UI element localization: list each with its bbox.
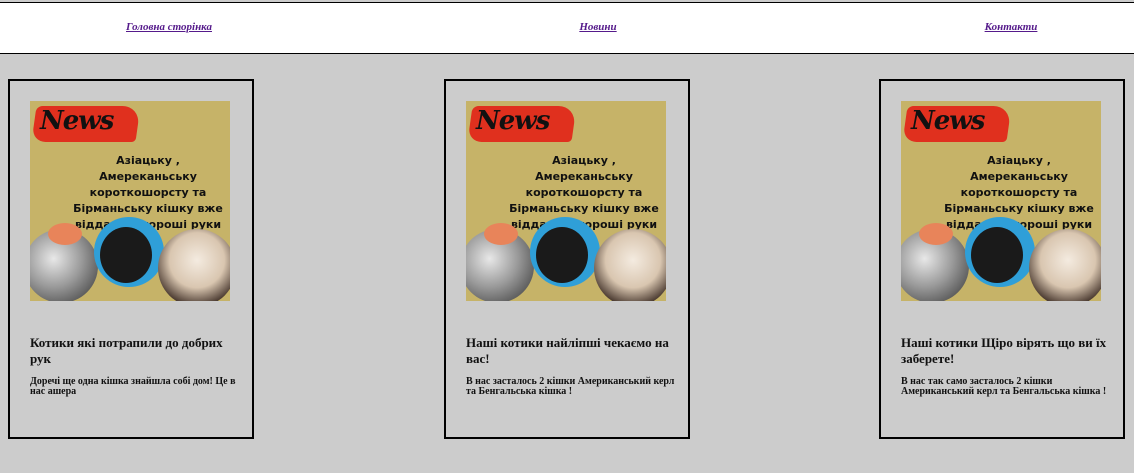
news-logo: News bbox=[476, 106, 550, 136]
card-text: В нас так само засталось 2 кішки Америка… bbox=[901, 376, 1107, 397]
thumbnail-caption: Азіацьку , Амереканьську короткошорсту т… bbox=[944, 154, 1094, 231]
nav-link-home[interactable]: Головна сторінка bbox=[126, 21, 212, 33]
news-card-3: News Азіацьку , Амереканьську короткошор… bbox=[879, 79, 1125, 439]
birman-cat-photo bbox=[158, 229, 230, 301]
black-cat-silhouette bbox=[536, 227, 588, 283]
news-card-2: News Азіацьку , Амереканьську короткошор… bbox=[444, 79, 690, 439]
black-cat-silhouette bbox=[971, 227, 1023, 283]
birman-cat-photo bbox=[594, 229, 666, 301]
flowers-decoration bbox=[484, 223, 518, 245]
thumbnail-caption: Азіацьку , Амереканьську короткошорсту т… bbox=[509, 154, 659, 231]
card-title: Наші котики Щіро вірять що ви їх заберет… bbox=[901, 335, 1107, 366]
card-text: В нас засталось 2 кішки Американський ке… bbox=[466, 376, 675, 397]
nav-link-news[interactable]: Новини bbox=[579, 21, 616, 33]
flowers-decoration bbox=[919, 223, 953, 245]
card-text: Доречі ще одна кішка знайшла собі дом! Ц… bbox=[30, 376, 236, 397]
birman-cat-photo bbox=[1029, 229, 1101, 301]
thumbnail-caption: Азіацьку , Амереканьську короткошорсту т… bbox=[73, 154, 223, 231]
news-thumbnail: News Азіацьку , Амереканьську короткошор… bbox=[30, 101, 230, 301]
news-card-1: News Азіацьку , Амереканьську короткошор… bbox=[8, 79, 254, 439]
black-cat-silhouette bbox=[100, 227, 152, 283]
news-thumbnail: News Азіацьку , Амереканьську короткошор… bbox=[901, 101, 1101, 301]
news-logo: News bbox=[40, 106, 114, 136]
news-logo: News bbox=[911, 106, 985, 136]
card-title: Наші котики найліпші чекаємо на вас! bbox=[466, 335, 669, 366]
card-title: Котики які потрапили до добрих рук bbox=[30, 335, 223, 366]
top-navigation: Головна сторінка Новини Контакти bbox=[0, 2, 1134, 54]
flowers-decoration bbox=[48, 223, 82, 245]
news-thumbnail: News Азіацьку , Амереканьську короткошор… bbox=[466, 101, 666, 301]
nav-link-contacts[interactable]: Контакти bbox=[985, 21, 1038, 33]
